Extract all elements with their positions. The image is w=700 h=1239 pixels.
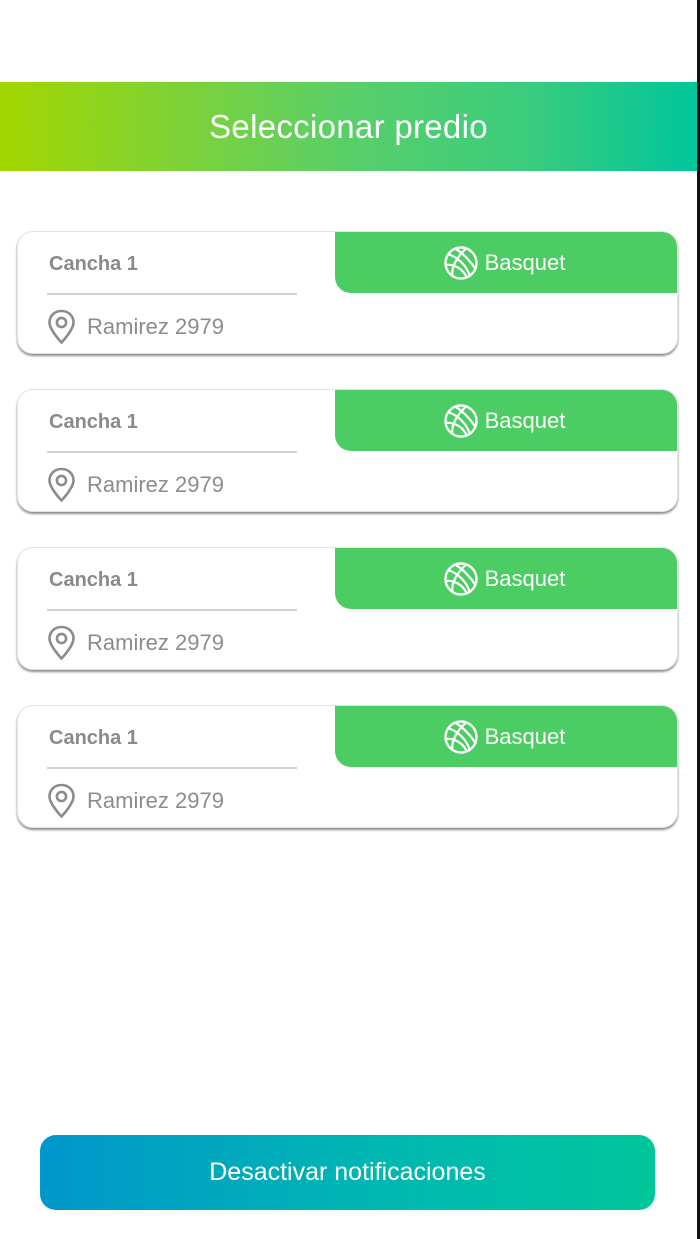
sport-badge: Basquet	[335, 548, 677, 609]
predio-card[interactable]: Cancha 1 Ramirez 2979 Basquet	[17, 547, 678, 670]
predio-card[interactable]: Cancha 1 Ramirez 2979 Basquet	[17, 705, 678, 828]
predio-name: Cancha 1	[49, 411, 138, 433]
sport-badge: Basquet	[335, 232, 677, 293]
sport-label: Basquet	[484, 723, 566, 749]
divider	[47, 609, 297, 611]
sport-label: Basquet	[484, 565, 566, 591]
divider	[47, 451, 297, 453]
predio-address: Ramirez 2979	[87, 788, 224, 813]
page-title: Seleccionar predio	[209, 107, 488, 145]
map-pin-icon	[48, 783, 75, 819]
sport-label: Basquet	[484, 407, 566, 433]
basketball-icon	[443, 561, 478, 596]
basketball-icon	[443, 403, 478, 438]
map-pin-icon	[48, 309, 75, 345]
basketball-icon	[443, 245, 478, 280]
divider	[47, 767, 297, 769]
map-pin-icon	[48, 467, 75, 503]
predio-address: Ramirez 2979	[87, 630, 224, 655]
predio-name: Cancha 1	[49, 569, 138, 591]
header-bar: Seleccionar predio	[0, 82, 697, 171]
basketball-icon	[443, 719, 478, 754]
map-pin-icon	[48, 625, 75, 661]
predio-name: Cancha 1	[49, 727, 138, 749]
sport-badge: Basquet	[335, 390, 677, 451]
disable-notifications-button[interactable]: Desactivar notificaciones	[40, 1135, 655, 1210]
sport-badge: Basquet	[335, 706, 677, 767]
predio-address: Ramirez 2979	[87, 472, 224, 497]
predio-card[interactable]: Cancha 1 Ramirez 2979 Basquet	[17, 231, 678, 354]
divider	[47, 293, 297, 295]
sport-label: Basquet	[484, 249, 566, 275]
predio-card[interactable]: Cancha 1 Ramirez 2979 Basquet	[17, 389, 678, 512]
predio-address: Ramirez 2979	[87, 314, 224, 339]
predio-name: Cancha 1	[49, 253, 138, 275]
